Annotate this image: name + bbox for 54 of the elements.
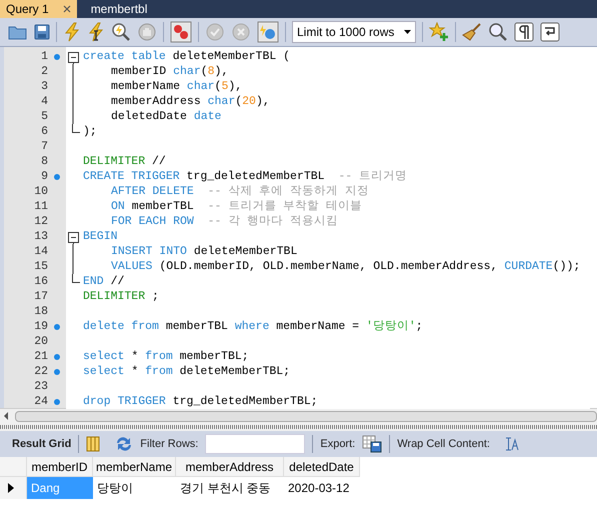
code-line: VALUES (OLD.memberID, OLD.memberName, OLD.memberAddress, CURDATE()); (110, 259, 582, 274)
code-line: delete from memberTBL where memberName = '당탕이'; (83, 319, 424, 334)
code-line: create table deleteMemberTBL ( (83, 49, 292, 64)
line-number: 5 (40, 109, 48, 124)
code-line: INSERT INTO deleteMemberTBL (110, 244, 298, 259)
line-number: 22 (33, 364, 48, 379)
line-number: 16 (33, 274, 48, 289)
line-number: 7 (40, 139, 48, 154)
line-number: 20 (33, 334, 48, 349)
line-number: 17 (33, 289, 48, 304)
code-line: select * from memberTBL; (83, 349, 250, 364)
result-grid-tab[interactable]: Result Grid (12, 436, 72, 452)
export-label: Export: (320, 436, 356, 452)
line-number: 10 (33, 184, 48, 199)
code-line: DELIMITER ; (83, 289, 160, 304)
line-number: 18 (33, 304, 48, 319)
code-line: END // (83, 274, 126, 289)
column-header[interactable]: memberID (27, 457, 93, 477)
column-header[interactable]: memberAddress (176, 457, 284, 477)
code-line: select * from deleteMemberTBL; (83, 364, 292, 379)
column-header[interactable]: memberName (93, 457, 176, 477)
line-number: 24 (33, 394, 48, 409)
code-line: drop TRIGGER trg_deletedMemberTBL; (83, 394, 319, 409)
code-line: AFTER DELETE -- 삭제 후에 작동하게 지정 (110, 184, 370, 199)
line-number: 15 (33, 259, 48, 274)
line-number: 11 (33, 199, 48, 214)
code-line: memberAddress char(20), (110, 94, 271, 109)
line-number: 2 (40, 64, 48, 79)
code-line: ); (83, 124, 98, 139)
wrap-cell-label: Wrap Cell Content: (397, 436, 490, 452)
line-number: 21 (33, 349, 48, 364)
line-number: 12 (33, 214, 48, 229)
filter-label: Filter Rows: (140, 436, 198, 452)
line-number: 9 (40, 169, 48, 184)
code-line: memberID char(8), (110, 64, 230, 79)
line-number: 8 (40, 154, 48, 169)
code-line: BEGIN (83, 229, 119, 244)
line-number: 14 (33, 244, 48, 259)
code-line: CREATE TRIGGER trg_deletedMemberTBL -- 트리거명 (83, 169, 408, 184)
code-line: FOR EACH ROW -- 각 행마다 적용시킴 (110, 214, 340, 229)
limit-rows-select[interactable]: Limit to 1000 rows (292, 21, 416, 43)
code-line: deletedDate date (110, 109, 222, 124)
line-number: 1 (40, 49, 48, 64)
code-line: ON memberTBL -- 트리거를 부착할 테이블 (110, 199, 364, 214)
column-header[interactable]: deletedDate (284, 457, 360, 477)
line-number: 23 (33, 379, 48, 394)
line-number: 13 (33, 229, 48, 244)
line-number: 4 (40, 94, 48, 109)
line-number: 6 (40, 124, 48, 139)
tab[interactable]: Query 1 (0, 0, 77, 18)
code-line: memberName char(5), (110, 79, 244, 94)
line-number: 3 (40, 79, 48, 94)
code-line: DELIMITER // (83, 154, 167, 169)
line-number: 19 (33, 319, 48, 334)
